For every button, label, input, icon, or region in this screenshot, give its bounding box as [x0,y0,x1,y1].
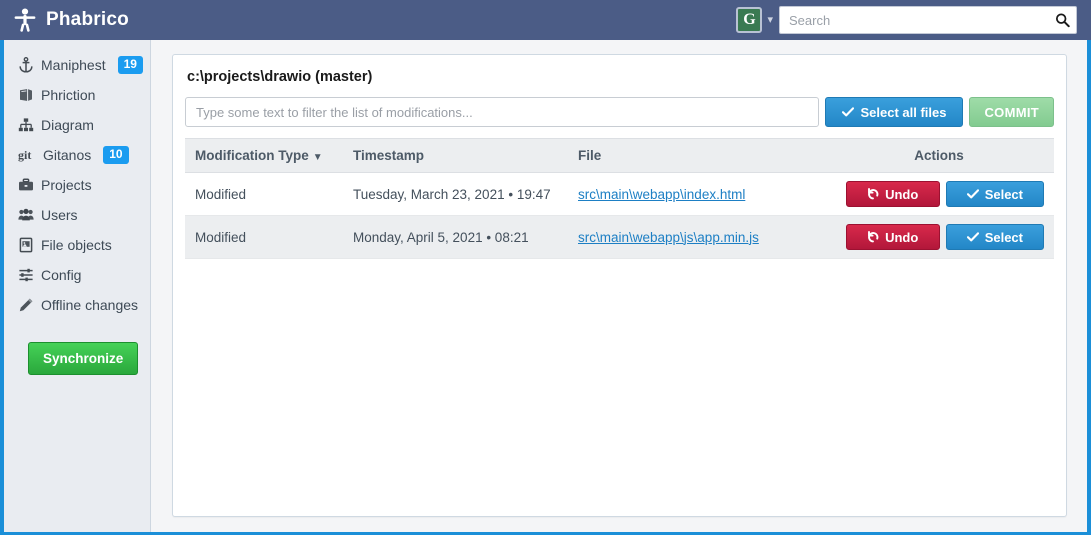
select-all-files-button[interactable]: Select all files [825,97,964,127]
page-edge-accent-right [1087,40,1091,535]
search-input[interactable] [779,6,1077,34]
modifications-table: Modification Type ▼ Timestamp File Action… [185,138,1054,259]
header-right-tools: G ▾ [736,6,1091,34]
check-icon [842,106,855,118]
select-button[interactable]: Select [945,181,1044,207]
chevron-down-icon[interactable]: ▾ [767,14,773,26]
book-icon [18,87,34,103]
undo-arrow-icon [867,188,879,200]
page-title: c:\projects\drawio (master) [187,69,373,85]
file-link[interactable]: src\main\webapp\js\app.min.js [578,230,759,245]
sliders-icon [18,267,34,283]
user-avatar[interactable]: G [736,7,763,33]
filter-input[interactable] [185,97,820,127]
column-header-timestamp[interactable]: Timestamp [345,138,570,173]
synchronize-button[interactable]: Synchronize [28,342,139,375]
cell-modification-type: Modified [185,172,345,216]
briefcase-icon [18,177,34,193]
row-action-buttons: Undo Select [845,224,1044,250]
brand-logo-area[interactable]: Phabrico [0,8,129,32]
undo-button-label: Undo [885,229,919,245]
table-header-row: Modification Type ▼ Timestamp File Action… [185,138,1054,173]
table-head: Modification Type ▼ Timestamp File Action… [185,138,1054,173]
sidebar-item-label: Diagram [41,117,94,133]
select-button-label: Select [984,186,1023,202]
undo-arrow-icon [867,231,879,243]
column-header-modification-type-label: Modification Type [195,148,309,163]
sidebar-item-projects[interactable]: Projects [4,170,150,200]
top-header-bar: Phabrico G ▾ [0,0,1091,40]
sidebar: Maniphest 19 Phriction Diagram git Gitan… [4,40,151,532]
table-body: Modified Tuesday, March 23, 2021 • 19:47… [185,172,1054,259]
file-link[interactable]: src\main\webapp\index.html [578,187,745,202]
main-content: c:\projects\drawio (master) Select all f… [152,40,1087,532]
cell-modification-type: Modified [185,215,345,259]
page-edge-accent-left [0,40,4,535]
row-action-buttons: Undo Select [845,181,1044,207]
sidebar-item-label: Users [41,207,78,223]
sidebar-item-label: Projects [41,177,92,193]
cell-actions: Undo Select [824,215,1054,259]
sidebar-item-file-objects[interactable]: File objects [4,230,150,260]
search-box [779,6,1077,34]
cell-actions: Undo Select [824,172,1054,216]
cell-timestamp: Monday, April 5, 2021 • 08:21 [345,215,570,259]
undo-button[interactable]: Undo [845,181,940,207]
sidebar-item-label: Offline changes [41,297,139,313]
sidebar-item-gitanos[interactable]: git Gitanos 10 [4,140,150,170]
undo-button-label: Undo [885,186,919,202]
select-button-label: Select [984,229,1023,245]
sidebar-item-config[interactable]: Config [4,260,150,290]
anchor-icon [18,57,34,73]
select-button[interactable]: Select [945,224,1044,250]
sidebar-item-label: Phriction [41,87,96,103]
commit-button[interactable]: COMMIT [969,97,1054,127]
sort-descending-icon: ▼ [312,152,323,163]
filter-toolbar: Select all files COMMIT [185,97,1054,127]
person-icon [14,8,36,32]
sidebar-item-diagram[interactable]: Diagram [4,110,150,140]
sitemap-icon [18,117,34,133]
repository-panel: c:\projects\drawio (master) Select all f… [172,54,1067,517]
users-icon [18,207,34,223]
check-icon [966,231,979,243]
table-row: Modified Tuesday, March 23, 2021 • 19:47… [185,172,1054,216]
sidebar-item-offline-changes[interactable]: Offline changes [4,290,150,320]
undo-button[interactable]: Undo [845,224,940,250]
cell-timestamp: Tuesday, March 23, 2021 • 19:47 [345,172,570,216]
column-header-file[interactable]: File [570,138,824,173]
sidebar-badge-maniphest: 19 [117,56,143,74]
synchronize-area: Synchronize [4,320,150,375]
column-header-modification-type[interactable]: Modification Type ▼ [185,138,345,173]
git-icon: git [18,147,32,162]
column-header-actions: Actions [824,138,1054,173]
sidebar-badge-gitanos: 10 [103,146,129,164]
sidebar-item-phriction[interactable]: Phriction [4,80,150,110]
select-all-files-label: Select all files [860,104,947,120]
cell-file: src\main\webapp\index.html [570,172,824,216]
sidebar-item-label: Config [41,267,82,283]
sidebar-item-maniphest[interactable]: Maniphest 19 [4,50,150,80]
sidebar-item-users[interactable]: Users [4,200,150,230]
sidebar-item-label: Gitanos [43,147,92,163]
check-icon [966,188,979,200]
file-image-icon [18,237,34,253]
sidebar-item-label: Maniphest [41,57,106,73]
cell-file: src\main\webapp\js\app.min.js [570,215,824,259]
pencil-icon [18,297,34,313]
sidebar-item-label: File objects [41,237,112,253]
brand-title: Phabrico [46,9,129,30]
table-row: Modified Monday, April 5, 2021 • 08:21 s… [185,215,1054,259]
